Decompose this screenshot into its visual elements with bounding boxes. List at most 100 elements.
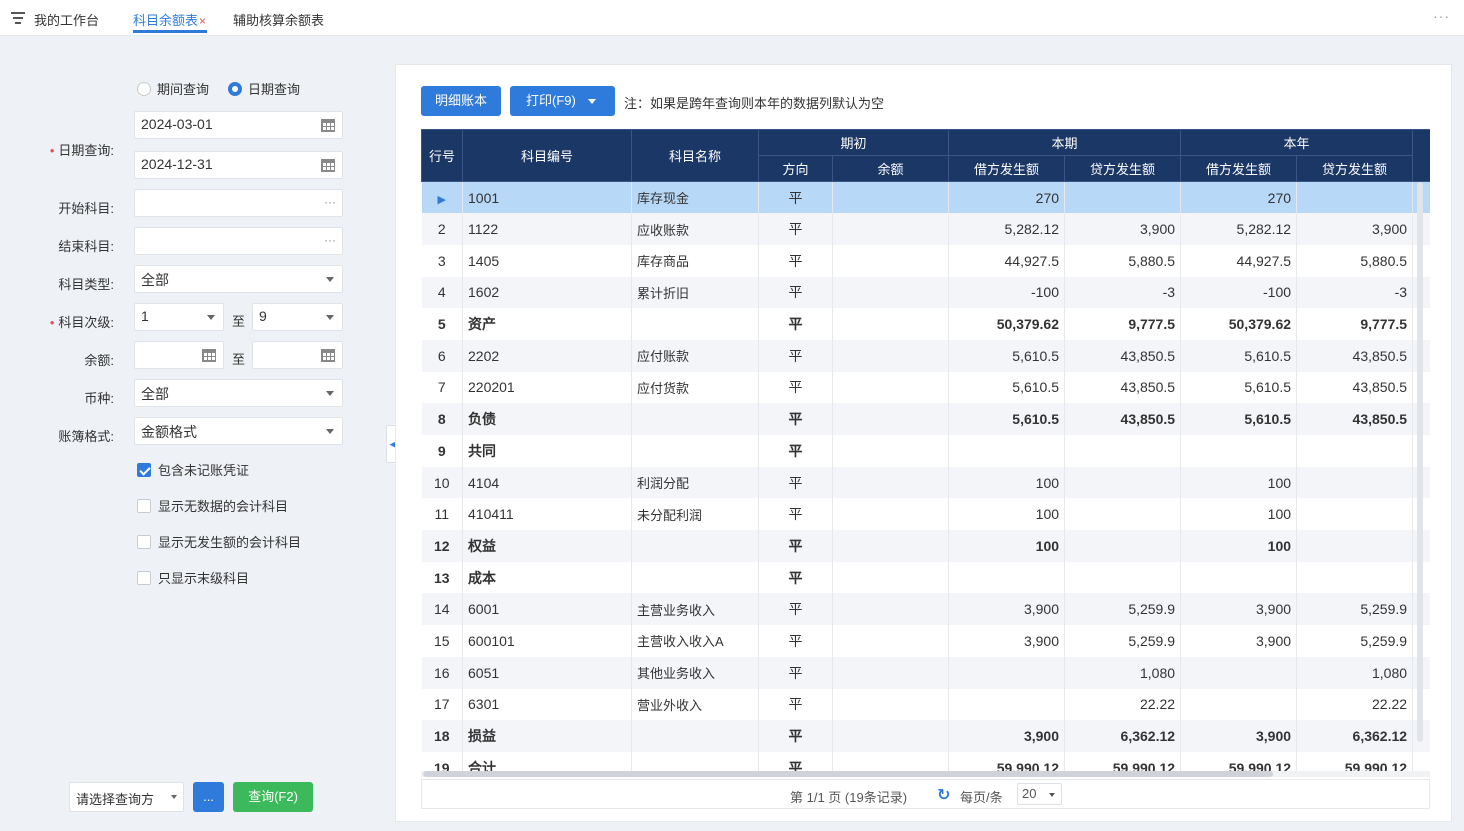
cell-balance — [832, 371, 950, 404]
more-options-button[interactable]: ... — [193, 782, 224, 812]
table-row[interactable]: 8 负债平 5,610.5 43,850.5 5,610.5 43,850.5 — [421, 403, 1430, 435]
per-page-select[interactable]: 20 — [1017, 783, 1062, 805]
table-row[interactable]: 15 600101 主营收入收入A 平 3,900 5,259.9 3,900 5,259.9 — [421, 625, 1430, 657]
table-row[interactable]: 11 410411 未分配利润平 100 100 — [421, 498, 1430, 531]
tab-auxiliary-balance[interactable]: 辅助核算余额表 — [233, 10, 324, 29]
refresh-icon[interactable]: ↻ — [937, 785, 950, 805]
cell-year-debit: 100 — [1180, 498, 1298, 531]
table-row[interactable]: ▶ 1001 库存现金平 270 270 — [421, 181, 1430, 214]
cell-year-debit: -100 — [1180, 276, 1298, 309]
subject-type-select[interactable]: 全部 — [134, 265, 343, 293]
start-subject-input[interactable]: ··· — [134, 189, 343, 217]
level-from-select[interactable]: 1 — [134, 303, 224, 331]
cell-year-credit: 9,777.5 — [1296, 308, 1414, 340]
print-button-label: 打印(F9) — [526, 93, 576, 108]
cell-year-debit: 3,900 — [1180, 720, 1298, 752]
option-show-no-amount[interactable]: 显示无发生额的会计科目 — [137, 532, 301, 551]
radio-circle-selected — [228, 81, 242, 96]
date-from-input[interactable]: 2024-03-01 — [134, 111, 343, 139]
table-row[interactable]: 2 1122 应收账款平 5,282.12 3,900 5,282.12 3,900 — [421, 213, 1430, 245]
checkbox[interactable] — [137, 534, 151, 549]
radio-period-query[interactable]: 期间查询 — [137, 79, 209, 98]
more-icon[interactable]: ··· — [1433, 8, 1450, 24]
print-button[interactable]: 打印(F9) — [510, 86, 615, 116]
balance-to-input[interactable] — [252, 341, 343, 369]
cell-current-debit: 100 — [948, 530, 1066, 562]
table-row[interactable]: 14 6001 主营业务收入平 3,900 5,259.9 3,900 5,259.9 — [421, 593, 1430, 626]
balance-from-input[interactable] — [134, 341, 224, 369]
header-row-no[interactable]: 行号 — [421, 129, 463, 182]
checkbox[interactable] — [137, 570, 151, 585]
cell-year-credit: 6,362.12 — [1296, 720, 1414, 752]
cell-year-debit: 59,990.12 — [1180, 751, 1298, 771]
chevron-down-icon[interactable] — [587, 99, 596, 105]
level-to-select[interactable]: 9 — [252, 303, 343, 331]
subject-type-label: 科目类型: — [58, 277, 114, 292]
table-row[interactable]: 7 220201 应付货款平 5,610.5 43,850.5 5,610.5 43,850… — [421, 371, 1430, 404]
vertical-scrollbar[interactable] — [1417, 182, 1423, 742]
table-row[interactable]: 5 资产平 50,379.62 9,777.5 50,379.62 9,777.5 — [421, 308, 1430, 340]
calculator-icon[interactable] — [321, 349, 335, 362]
active-tab-indicator — [133, 30, 207, 33]
header-balance[interactable]: 余额 — [831, 155, 950, 182]
query-scheme-select[interactable]: 请选择查询方 — [69, 782, 184, 812]
format-value: 金额格式 — [141, 424, 197, 440]
table-row[interactable]: 18 损益平 3,900 6,362.12 3,900 6,362.12 — [421, 720, 1430, 752]
detail-ledger-button[interactable]: 明细账本 — [421, 86, 501, 116]
radio-date-query[interactable]: 日期查询 — [228, 79, 300, 98]
table-row[interactable]: 16 6051 其他业务收入平 1,080 1,080 — [421, 656, 1430, 689]
header-current-debit[interactable]: 借方发生额 — [948, 155, 1066, 182]
format-select[interactable]: 金额格式 — [134, 417, 343, 445]
cell-row-no: 14 — [421, 593, 463, 626]
table-row[interactable]: 13 成本 平 — [421, 561, 1430, 594]
option-include-unposted[interactable]: 包含未记账凭证 — [137, 460, 249, 479]
table-row[interactable]: 10 4104 利润分配平 100 100 — [421, 466, 1430, 499]
current-row-arrow-icon: ▶ — [437, 193, 446, 206]
option-show-no-data[interactable]: 显示无数据的会计科目 — [137, 496, 288, 515]
chevron-down-icon — [207, 315, 215, 320]
table-row[interactable]: 6 2202 应付账款平 5,610.5 43,850.5 5,610.5 43,850.5 — [421, 339, 1430, 372]
cell-current-credit — [1064, 466, 1182, 499]
cell-row-no: 9 — [421, 435, 463, 467]
checkbox-checked[interactable] — [137, 462, 151, 477]
header-year-debit[interactable]: 借方发生额 — [1180, 155, 1298, 182]
end-subject-input[interactable]: ··· — [134, 227, 343, 255]
scrollbar-thumb[interactable] — [423, 771, 1273, 777]
table-row[interactable]: 4 1602 累计折旧平 -100 -3 -100 -3 — [421, 276, 1430, 309]
cell-current-credit: 43,850.5 — [1064, 371, 1182, 404]
cell-direction: 平 — [758, 244, 833, 277]
checkbox[interactable] — [137, 498, 151, 513]
option-label: 只显示末级科目 — [158, 571, 250, 586]
balance-table: 行号 科目编号 科目名称 期初 本期 本年 方向 余额 借方发生额 贷方发生额 … — [421, 129, 1430, 771]
option-leaf-only[interactable]: 只显示末级科目 — [137, 568, 249, 587]
cell-year-debit: 5,610.5 — [1180, 371, 1298, 404]
table-row[interactable]: 9 共同 平 — [421, 435, 1430, 467]
menu-icon[interactable] — [11, 12, 25, 24]
option-label: 包含未记账凭证 — [158, 463, 250, 478]
cell-direction: 平 — [758, 720, 833, 752]
tab-workbench[interactable]: 我的工作台 — [34, 10, 99, 29]
table-row[interactable]: 17 6301 营业外收入平 22.22 22.22 — [421, 688, 1430, 721]
calendar-icon[interactable] — [321, 119, 335, 132]
calculator-icon[interactable] — [202, 349, 216, 362]
date-to-input[interactable]: 2024-12-31 — [134, 151, 343, 179]
currency-select[interactable]: 全部 — [134, 379, 343, 407]
chevron-down-icon — [326, 277, 334, 282]
cell-current-debit — [948, 435, 1066, 467]
ellipsis-icon[interactable]: ··· — [324, 195, 336, 209]
close-icon[interactable]: × — [199, 14, 206, 28]
tab-subject-balance[interactable]: 科目余额表× — [133, 10, 206, 29]
header-year-credit[interactable]: 贷方发生额 — [1296, 155, 1414, 182]
table-row[interactable]: 19 合计平 59,990.12 59,990.12 59,990.12 59,990.1… — [421, 751, 1430, 771]
header-name[interactable]: 科目名称 — [631, 129, 759, 182]
horizontal-scrollbar[interactable] — [421, 771, 1430, 777]
pagination: 第 1/1 页 (19条记录) ↻ 每页/条 20 — [421, 779, 1430, 809]
header-current-credit[interactable]: 贷方发生额 — [1064, 155, 1182, 182]
query-button[interactable]: 查询(F2) — [233, 782, 313, 812]
calendar-icon[interactable] — [321, 159, 335, 172]
table-row[interactable]: 12 权益 平 100 100 — [421, 530, 1430, 562]
header-direction[interactable]: 方向 — [758, 155, 833, 182]
header-code[interactable]: 科目编号 — [462, 129, 632, 182]
ellipsis-icon[interactable]: ··· — [324, 233, 336, 247]
table-row[interactable]: 3 1405 库存商品平 44,927.5 5,880.5 44,927.5 5,880.5 — [421, 244, 1430, 277]
